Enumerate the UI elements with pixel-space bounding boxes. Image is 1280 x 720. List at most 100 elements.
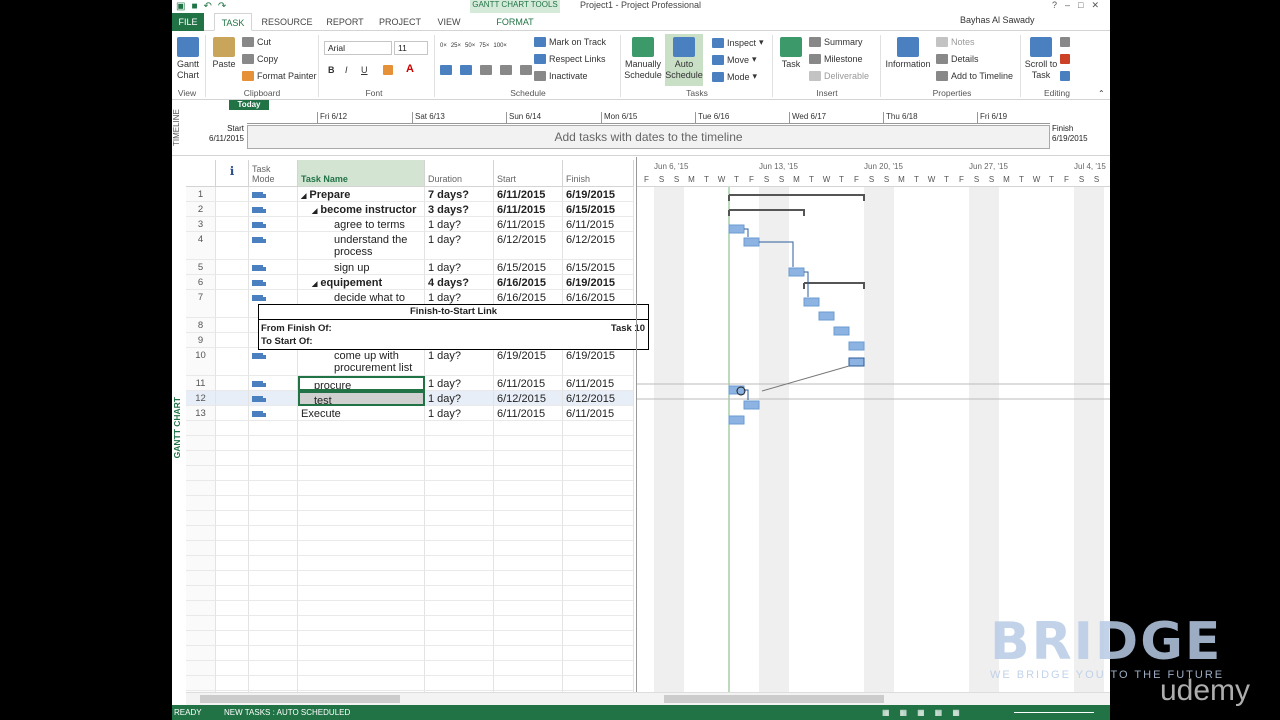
empty-cell[interactable] — [298, 511, 425, 526]
empty-cell[interactable] — [494, 511, 563, 526]
empty-cell[interactable] — [249, 571, 298, 586]
font-family-select[interactable]: Arial — [324, 41, 392, 55]
row-id[interactable]: 4 — [186, 232, 216, 260]
maximize-button[interactable]: □ — [1078, 0, 1083, 11]
duration-cell[interactable]: 7 days? — [425, 187, 494, 202]
start-cell[interactable]: 6/15/2015 — [494, 260, 563, 275]
empty-cell[interactable] — [425, 466, 494, 481]
start-cell[interactable]: 6/11/2015 — [494, 406, 563, 421]
empty-cell[interactable] — [494, 661, 563, 676]
empty-cell[interactable] — [298, 436, 425, 451]
tab-format[interactable]: FORMAT — [492, 13, 538, 31]
task-bar[interactable] — [848, 341, 865, 351]
empty-row[interactable] — [186, 661, 634, 676]
add-to-timeline-button[interactable]: Add to Timeline — [936, 71, 1013, 81]
task-mode-cell[interactable] — [249, 260, 298, 275]
empty-cell[interactable] — [298, 556, 425, 571]
mode-button[interactable]: Mode ▾ — [712, 71, 757, 82]
app-icon[interactable]: ▣ — [176, 1, 185, 12]
paste-button[interactable]: Paste — [210, 37, 238, 70]
info-cell[interactable] — [216, 187, 249, 202]
empty-cell[interactable] — [563, 466, 634, 481]
close-button[interactable]: ✕ — [1091, 0, 1099, 11]
empty-cell[interactable] — [563, 421, 634, 436]
empty-cell[interactable] — [425, 631, 494, 646]
save-icon[interactable]: ■ — [191, 1, 197, 12]
empty-cell[interactable] — [563, 481, 634, 496]
empty-cell[interactable] — [249, 511, 298, 526]
start-cell[interactable]: 6/11/2015 — [494, 202, 563, 217]
task-name-cell[interactable]: Execute — [298, 406, 425, 421]
task-bar[interactable] — [788, 267, 805, 277]
column-header-duration[interactable]: Duration — [425, 160, 494, 187]
empty-row[interactable] — [186, 496, 634, 511]
empty-cell[interactable] — [186, 526, 216, 541]
tab-project[interactable]: PROJECT — [376, 13, 424, 31]
pct-50-button[interactable]: 50× — [465, 43, 475, 49]
empty-cell[interactable] — [216, 481, 249, 496]
move-button[interactable]: Move ▾ — [712, 54, 757, 65]
empty-row[interactable] — [186, 466, 634, 481]
empty-row[interactable] — [186, 526, 634, 541]
info-cell[interactable] — [216, 290, 249, 318]
table-row[interactable]: 2 ◢ become instructor 3 days? 6/11/2015 6/15/… — [186, 202, 634, 217]
table-row[interactable]: 5 sign up 1 day? 6/15/2015 6/15/2015 — [186, 260, 634, 275]
finish-cell[interactable]: 6/12/2015 — [563, 391, 634, 406]
start-cell[interactable]: 6/11/2015 — [494, 376, 563, 391]
pct-25-button[interactable]: 25× — [451, 43, 461, 49]
start-cell[interactable]: 6/12/2015 — [494, 232, 563, 260]
empty-cell[interactable] — [298, 421, 425, 436]
table-row[interactable]: 11 procure 1 day? 6/11/2015 6/11/2015 — [186, 376, 634, 391]
tab-file[interactable]: FILE — [172, 13, 204, 31]
column-header-task-name[interactable]: Task Name — [298, 160, 425, 187]
table-row[interactable]: 13 Execute 1 day? 6/11/2015 6/11/2015 — [186, 406, 634, 421]
task-mode-cell[interactable] — [249, 391, 298, 406]
finish-cell[interactable]: 6/11/2015 — [563, 376, 634, 391]
row-id[interactable]: 10 — [186, 348, 216, 376]
minimize-button[interactable]: – — [1065, 0, 1070, 11]
empty-cell[interactable] — [249, 436, 298, 451]
duration-cell[interactable]: 1 day? — [425, 232, 494, 260]
table-row[interactable]: 10 come up with procurement list 1 day? 6/1… — [186, 348, 634, 376]
task-bar[interactable] — [833, 326, 850, 336]
empty-cell[interactable] — [298, 616, 425, 631]
empty-cell[interactable] — [298, 601, 425, 616]
finish-cell[interactable]: 6/19/2015 — [563, 275, 634, 290]
task-name-cell[interactable]: agree to terms — [298, 217, 425, 232]
format-painter-button[interactable]: Format Painter — [242, 71, 317, 81]
start-cell[interactable]: 6/12/2015 — [494, 391, 563, 406]
empty-cell[interactable] — [425, 526, 494, 541]
empty-cell[interactable] — [249, 526, 298, 541]
empty-cell[interactable] — [425, 421, 494, 436]
dependency-link[interactable] — [759, 241, 794, 267]
empty-cell[interactable] — [249, 601, 298, 616]
empty-cell[interactable] — [249, 496, 298, 511]
row-id[interactable]: 12 — [186, 391, 216, 406]
empty-cell[interactable] — [425, 661, 494, 676]
empty-cell[interactable] — [494, 586, 563, 601]
empty-cell[interactable] — [298, 631, 425, 646]
outdent-icon[interactable] — [440, 65, 452, 75]
task-bar[interactable] — [728, 415, 745, 425]
information-button[interactable]: Information — [884, 37, 932, 70]
pct-0-button[interactable]: 0× — [440, 43, 447, 49]
empty-cell[interactable] — [298, 466, 425, 481]
underline-button[interactable]: U — [361, 65, 368, 75]
row-header-corner[interactable] — [186, 160, 216, 187]
horizontal-scrollbars[interactable] — [186, 692, 1110, 705]
empty-cell[interactable] — [494, 556, 563, 571]
finish-cell[interactable]: 6/11/2015 — [563, 217, 634, 232]
task-name-cell[interactable]: ◢ equipement — [298, 275, 425, 290]
tab-resource[interactable]: RESOURCE — [260, 13, 314, 31]
empty-cell[interactable] — [425, 601, 494, 616]
timeline-bar[interactable]: Add tasks with dates to the timeline — [247, 125, 1050, 149]
duration-cell[interactable]: 3 days? — [425, 202, 494, 217]
empty-cell[interactable] — [216, 661, 249, 676]
cut-button[interactable]: Cut — [242, 37, 271, 47]
empty-cell[interactable] — [298, 496, 425, 511]
split-icon[interactable] — [520, 65, 532, 75]
pct-100-button[interactable]: 100× — [493, 43, 507, 49]
empty-cell[interactable] — [186, 586, 216, 601]
column-header-finish[interactable]: Finish — [563, 160, 634, 187]
empty-cell[interactable] — [494, 646, 563, 661]
